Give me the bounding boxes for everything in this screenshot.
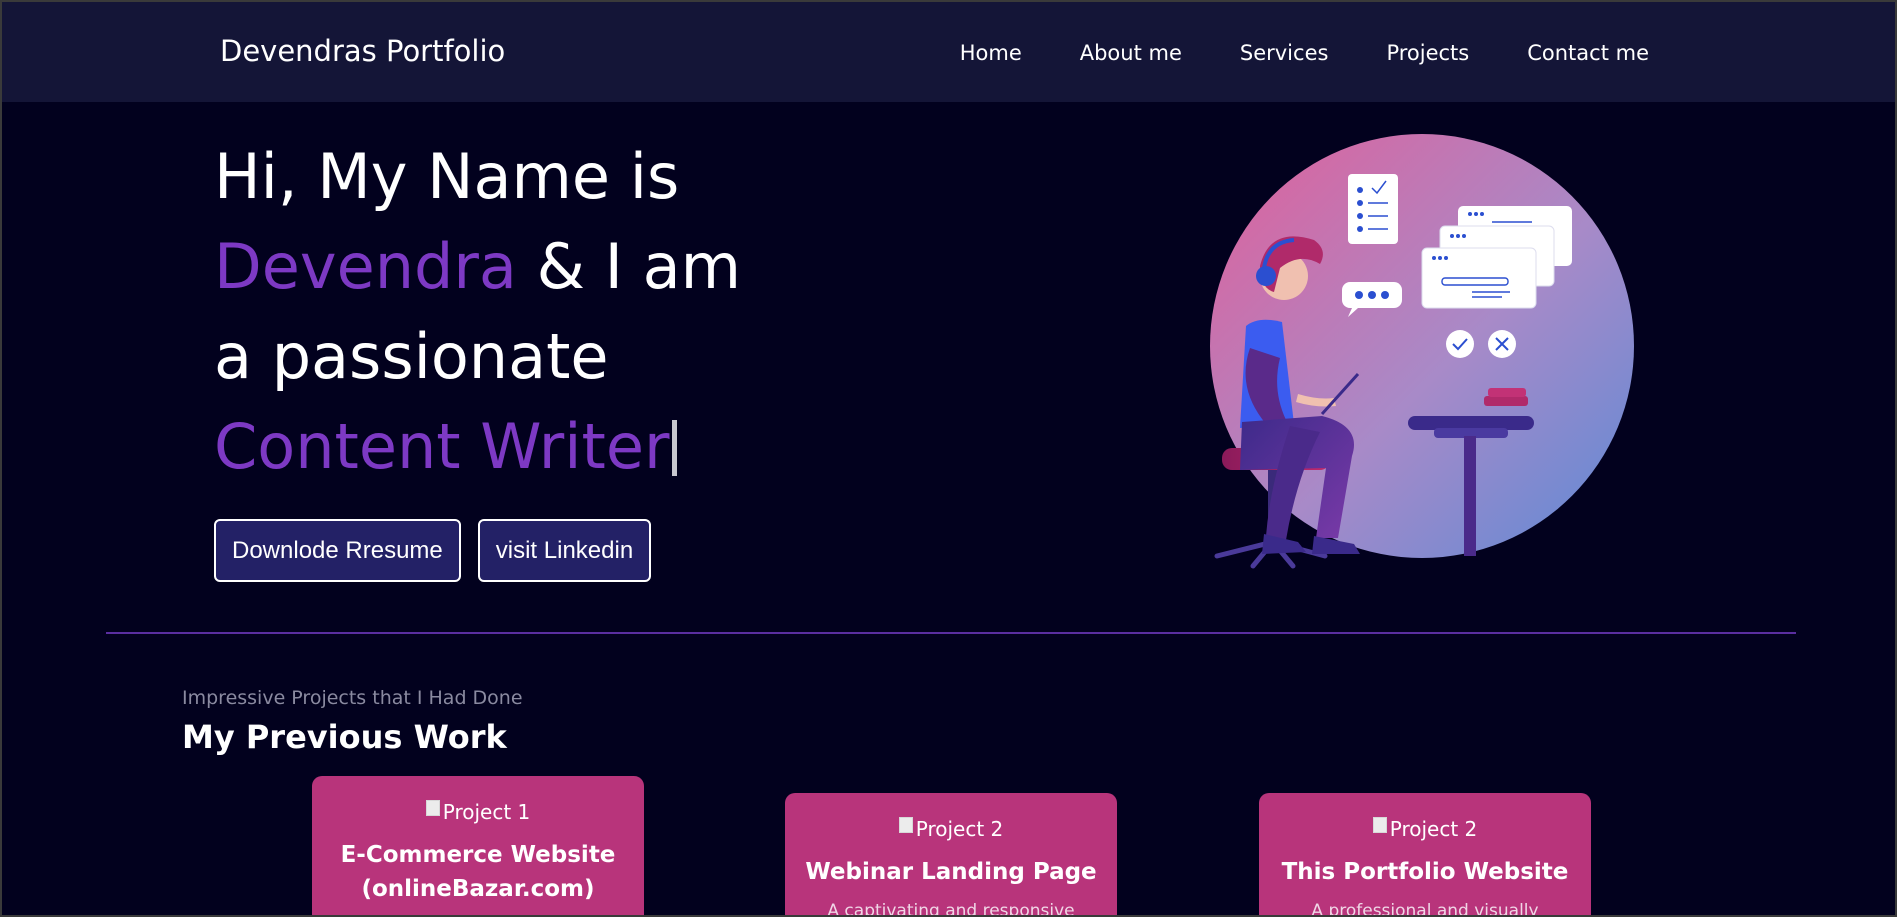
project-card-1[interactable]: Project 1 E-Commerce Website (onlineBaza… xyxy=(312,776,644,915)
hero-line-3: a passionate xyxy=(214,320,609,393)
project-image-alt: Project 2 xyxy=(915,817,1004,841)
broken-image-icon xyxy=(425,800,440,816)
project-card-2[interactable]: Project 2 Webinar Landing Page A captiva… xyxy=(785,793,1117,917)
work-subtitle: Impressive Projects that I Had Done xyxy=(182,687,523,709)
project-image: Project 2 xyxy=(898,817,1004,841)
page: Devendras Portfolio Home About me Servic… xyxy=(0,0,1897,917)
hero-line-2-rest: & I am xyxy=(516,230,742,303)
nav-projects[interactable]: Projects xyxy=(1386,41,1469,65)
project-title: E-Commerce Website (onlineBazar.com) xyxy=(340,842,616,902)
project-description: A captivating and responsive xyxy=(827,901,1075,917)
project-image: Project 2 xyxy=(1372,817,1478,841)
nav-contact[interactable]: Contact me xyxy=(1527,41,1649,65)
project-card-3[interactable]: Project 2 This Portfolio Website A profe… xyxy=(1259,793,1591,917)
project-image-alt: Project 2 xyxy=(1389,817,1478,841)
brand-logo[interactable]: Devendras Portfolio xyxy=(220,34,505,68)
broken-image-icon xyxy=(1372,817,1387,833)
hero-heading: Hi, My Name is Devendra & I am a passion… xyxy=(214,132,741,492)
hero-role: Content Writer xyxy=(214,410,670,483)
typing-cursor xyxy=(672,420,678,476)
project-description: A professional and visually xyxy=(1311,901,1539,917)
project-title: Webinar Landing Page xyxy=(805,859,1097,885)
hero-line-1: Hi, My Name is xyxy=(214,140,680,213)
hero-line-4: Content Writer xyxy=(214,402,741,492)
hero-buttons: Downlode Rresume visit Linkedin xyxy=(214,519,652,582)
project-image: Project 1 xyxy=(425,800,531,824)
download-resume-button[interactable]: Downlode Rresume xyxy=(214,519,461,582)
hero-name: Devendra xyxy=(214,230,517,303)
nav-home[interactable]: Home xyxy=(960,41,1022,65)
project-image-alt: Project 1 xyxy=(442,800,531,824)
nav-services[interactable]: Services xyxy=(1240,41,1329,65)
navbar: Devendras Portfolio Home About me Servic… xyxy=(2,2,1895,102)
person-working-on-laptop-illustration xyxy=(1210,134,1634,569)
nav-about[interactable]: About me xyxy=(1080,41,1182,65)
work-title: My Previous Work xyxy=(182,718,507,756)
hero-line-2: Devendra & I am xyxy=(214,222,741,312)
visit-linkedin-button[interactable]: visit Linkedin xyxy=(477,519,652,582)
nav-links: Home About me Services Projects Contact … xyxy=(960,41,1649,65)
project-title: This Portfolio Website xyxy=(1281,859,1569,885)
section-divider xyxy=(106,632,1796,634)
broken-image-icon xyxy=(898,817,913,833)
